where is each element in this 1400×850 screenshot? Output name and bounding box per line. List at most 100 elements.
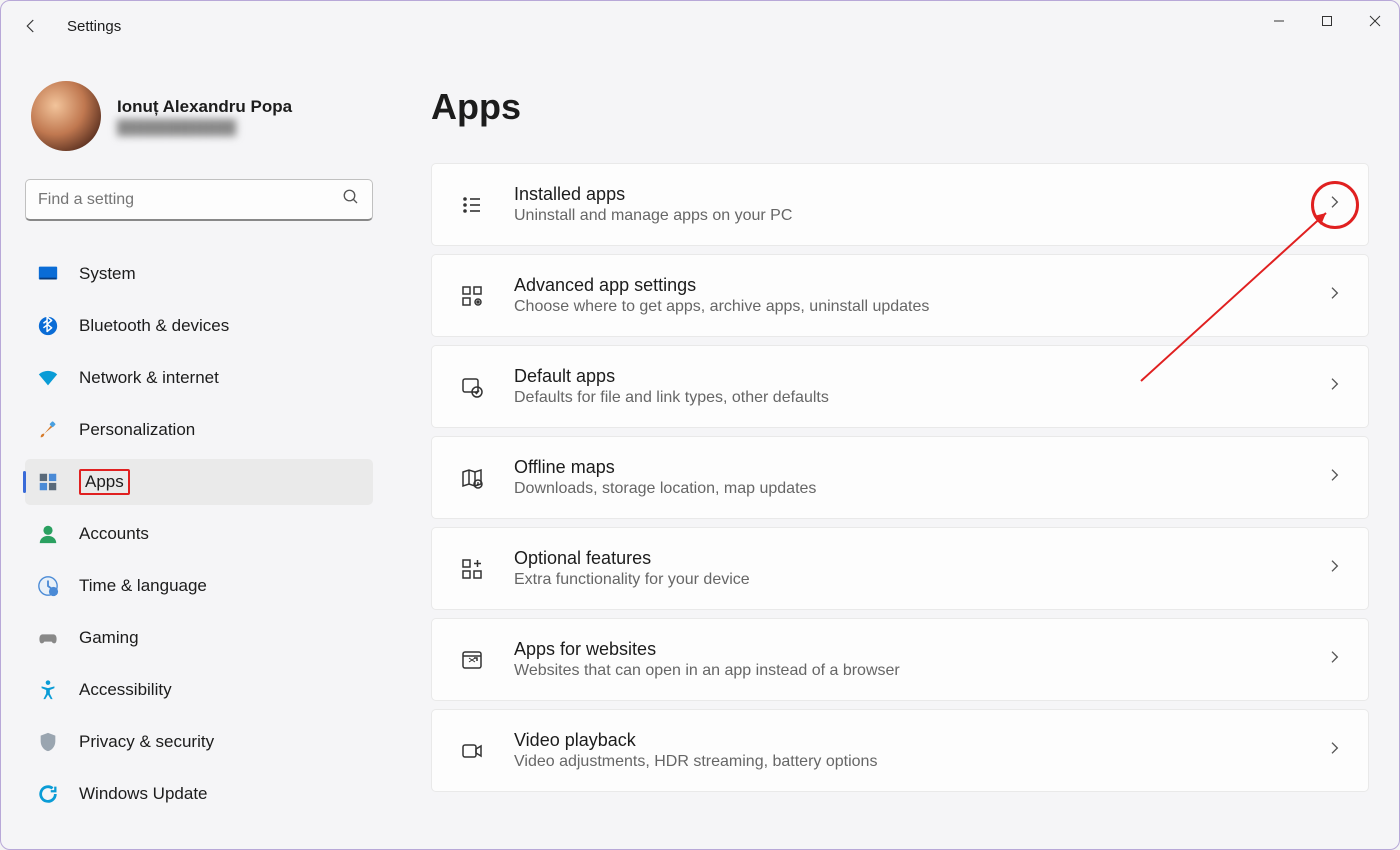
nav-label: Bluetooth & devices	[79, 316, 229, 336]
grid-plus-icon	[458, 555, 486, 583]
card-video-playback[interactable]: Video playback Video adjustments, HDR st…	[431, 709, 1369, 792]
card-desc: Downloads, storage location, map updates	[514, 480, 1298, 498]
window-check-icon	[458, 373, 486, 401]
video-icon	[458, 737, 486, 765]
nav-network[interactable]: Network & internet	[25, 355, 373, 401]
page-heading: Apps	[431, 86, 1369, 128]
card-text: Default apps Defaults for file and link …	[514, 366, 1298, 407]
card-default-apps[interactable]: Default apps Defaults for file and link …	[431, 345, 1369, 428]
card-text: Installed apps Uninstall and manage apps…	[514, 184, 1298, 225]
card-advanced-app-settings[interactable]: Advanced app settings Choose where to ge…	[431, 254, 1369, 337]
profile-email: ████████████	[117, 119, 292, 135]
card-text: Video playback Video adjustments, HDR st…	[514, 730, 1298, 771]
search-box[interactable]	[25, 179, 373, 221]
card-title: Default apps	[514, 366, 1298, 387]
close-icon	[1369, 15, 1381, 27]
nav-list: System Bluetooth & devices Network & int…	[25, 251, 373, 823]
nav-system[interactable]: System	[25, 251, 373, 297]
card-title: Offline maps	[514, 457, 1298, 478]
search-icon	[342, 188, 360, 211]
nav-personalization[interactable]: Personalization	[25, 407, 373, 453]
nav-label: System	[79, 264, 136, 284]
card-desc: Video adjustments, HDR streaming, batter…	[514, 753, 1298, 771]
card-desc: Defaults for file and link types, other …	[514, 389, 1298, 407]
profile-name: Ionuț Alexandru Popa	[117, 97, 292, 117]
back-arrow-icon	[22, 17, 40, 35]
chevron-right-icon	[1326, 194, 1342, 215]
brush-icon	[37, 419, 59, 441]
nav-label: Personalization	[79, 420, 195, 440]
card-title: Apps for websites	[514, 639, 1298, 660]
card-desc: Choose where to get apps, archive apps, …	[514, 298, 1298, 316]
nav-apps[interactable]: Apps	[25, 459, 373, 505]
accessibility-icon	[37, 679, 59, 701]
minimize-button[interactable]	[1255, 1, 1303, 41]
window-link-icon	[458, 646, 486, 674]
nav-gaming[interactable]: Gaming	[25, 615, 373, 661]
nav-label: Gaming	[79, 628, 139, 648]
window-body: Ionuț Alexandru Popa ████████████ System…	[1, 51, 1399, 849]
profile-text: Ionuț Alexandru Popa ████████████	[117, 97, 292, 135]
card-optional-features[interactable]: Optional features Extra functionality fo…	[431, 527, 1369, 610]
back-button[interactable]	[11, 6, 51, 46]
apps-icon	[37, 471, 59, 493]
card-text: Offline maps Downloads, storage location…	[514, 457, 1298, 498]
card-desc: Websites that can open in an app instead…	[514, 662, 1298, 680]
card-desc: Uninstall and manage apps on your PC	[514, 207, 1298, 225]
chevron-right-icon	[1326, 649, 1342, 670]
nav-label: Windows Update	[79, 784, 208, 804]
card-installed-apps[interactable]: Installed apps Uninstall and manage apps…	[431, 163, 1369, 246]
nav-label: Accessibility	[79, 680, 172, 700]
nav-label: Privacy & security	[79, 732, 214, 752]
card-title: Optional features	[514, 548, 1298, 569]
update-icon	[37, 783, 59, 805]
chevron-right-icon	[1326, 467, 1342, 488]
nav-label: Accounts	[79, 524, 149, 544]
card-title: Installed apps	[514, 184, 1298, 205]
bluetooth-icon	[37, 315, 59, 337]
clock-globe-icon	[37, 575, 59, 597]
card-text: Advanced app settings Choose where to ge…	[514, 275, 1298, 316]
card-offline-maps[interactable]: Offline maps Downloads, storage location…	[431, 436, 1369, 519]
nav-label: Apps	[79, 469, 130, 495]
nav-accounts[interactable]: Accounts	[25, 511, 373, 557]
nav-time-language[interactable]: Time & language	[25, 563, 373, 609]
grid-gear-icon	[458, 282, 486, 310]
window-controls	[1255, 1, 1399, 41]
card-text: Apps for websites Websites that can open…	[514, 639, 1298, 680]
settings-cards: Installed apps Uninstall and manage apps…	[431, 163, 1369, 792]
shield-icon	[37, 731, 59, 753]
settings-window: Settings Ionuț Alexandru Popa ██████████…	[0, 0, 1400, 850]
close-button[interactable]	[1351, 1, 1399, 41]
maximize-icon	[1321, 15, 1333, 27]
nav-windows-update[interactable]: Windows Update	[25, 771, 373, 817]
titlebar: Settings	[1, 1, 1399, 51]
sidebar: Ionuț Alexandru Popa ████████████ System…	[1, 51, 391, 849]
card-title: Advanced app settings	[514, 275, 1298, 296]
person-icon	[37, 523, 59, 545]
avatar	[31, 81, 101, 151]
chevron-right-icon	[1326, 285, 1342, 306]
chevron-right-icon	[1326, 376, 1342, 397]
minimize-icon	[1273, 15, 1285, 27]
monitor-icon	[37, 263, 59, 285]
card-title: Video playback	[514, 730, 1298, 751]
card-apps-for-websites[interactable]: Apps for websites Websites that can open…	[431, 618, 1369, 701]
nav-bluetooth[interactable]: Bluetooth & devices	[25, 303, 373, 349]
list-icon	[458, 191, 486, 219]
nav-label: Time & language	[79, 576, 207, 596]
gamepad-icon	[37, 627, 59, 649]
nav-privacy[interactable]: Privacy & security	[25, 719, 373, 765]
card-text: Optional features Extra functionality fo…	[514, 548, 1298, 589]
main-content: Apps Installed apps Uninstall and manage…	[391, 51, 1399, 849]
chevron-right-icon	[1326, 740, 1342, 761]
chevron-right-icon	[1326, 558, 1342, 579]
map-icon	[458, 464, 486, 492]
maximize-button[interactable]	[1303, 1, 1351, 41]
profile-section[interactable]: Ionuț Alexandru Popa ████████████	[25, 81, 373, 151]
window-title: Settings	[67, 18, 121, 35]
nav-accessibility[interactable]: Accessibility	[25, 667, 373, 713]
card-desc: Extra functionality for your device	[514, 571, 1298, 589]
nav-label: Network & internet	[79, 368, 219, 388]
search-input[interactable]	[38, 191, 342, 209]
